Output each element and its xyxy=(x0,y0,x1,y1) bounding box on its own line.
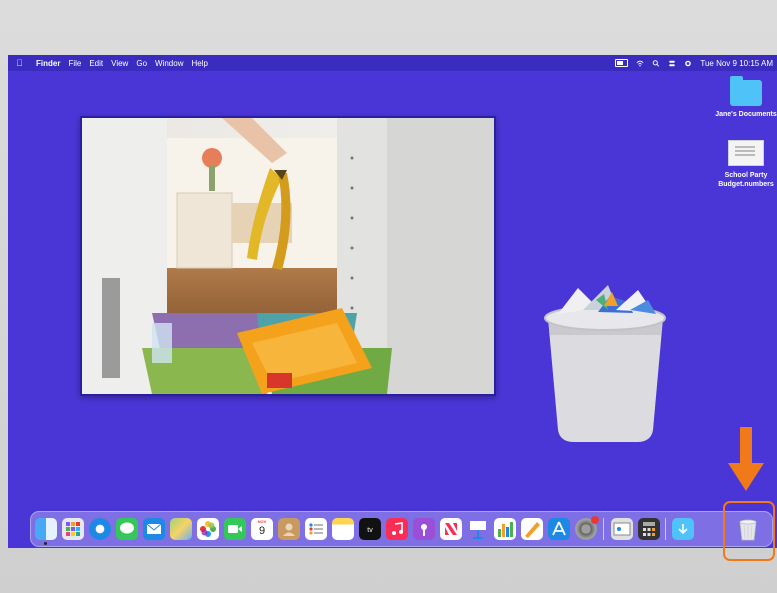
dock-contacts-icon[interactable] xyxy=(278,518,300,540)
dock-separator xyxy=(603,518,604,540)
dock-news-icon[interactable] xyxy=(440,518,462,540)
dock-preview-icon[interactable] xyxy=(611,518,633,540)
spotlight-search-icon[interactable] xyxy=(652,59,660,67)
orange-down-arrow-icon xyxy=(728,427,764,491)
dock-system-preferences-icon[interactable] xyxy=(575,516,599,540)
calendar-day: 9 xyxy=(258,525,266,537)
recycling-bins-illustration xyxy=(82,118,494,394)
dock-safari-icon[interactable] xyxy=(89,518,111,540)
calendar-month: NOV xyxy=(257,519,267,524)
dock-pages-icon[interactable] xyxy=(521,518,543,540)
control-center-icon[interactable] xyxy=(668,60,676,67)
menu-clock[interactable]: Tue Nov 9 10:15 AM xyxy=(700,59,773,68)
siri-icon[interactable] xyxy=(684,60,692,67)
dock-facetime-icon[interactable] xyxy=(224,518,246,540)
dock-notes-icon[interactable] xyxy=(332,518,354,540)
menu-file[interactable]: File xyxy=(68,59,81,68)
menu-bar:  Finder File Edit View Go Window Help T… xyxy=(8,55,777,71)
apple-menu-icon[interactable]:  xyxy=(16,58,28,68)
wifi-icon[interactable] xyxy=(636,60,644,67)
trash-can-illustration xyxy=(544,285,666,442)
dock-maps-icon[interactable] xyxy=(170,518,192,540)
notification-badge xyxy=(591,516,599,524)
menu-app-finder[interactable]: Finder xyxy=(36,59,60,68)
trash-highlight-box xyxy=(723,501,775,561)
running-indicator xyxy=(44,542,47,545)
dock: NOV 9 tv xyxy=(30,511,773,547)
menu-go[interactable]: Go xyxy=(136,59,147,68)
dock-calculator-icon[interactable] xyxy=(638,518,660,540)
desktop-item-school-party-budget[interactable]: School Party Budget.numbers xyxy=(715,140,777,189)
dock-tv-icon[interactable]: tv xyxy=(359,518,381,540)
dock-numbers-icon[interactable] xyxy=(494,518,516,540)
desktop-item-label: School Party Budget.numbers xyxy=(718,172,774,188)
dock-keynote-icon[interactable] xyxy=(467,518,489,540)
dock-mail-icon[interactable] xyxy=(143,518,165,540)
menu-window[interactable]: Window xyxy=(155,59,183,68)
dock-music-icon[interactable] xyxy=(386,518,408,540)
dock-photos-icon[interactable] xyxy=(197,518,219,540)
dock-messages-icon[interactable] xyxy=(116,518,138,540)
dock-calendar-icon[interactable]: NOV 9 xyxy=(251,518,273,540)
menu-edit[interactable]: Edit xyxy=(89,59,103,68)
menu-view[interactable]: View xyxy=(111,59,128,68)
numbers-file-icon xyxy=(728,140,764,166)
dock-podcasts-icon[interactable] xyxy=(413,518,435,540)
dock-finder-icon[interactable] xyxy=(35,518,57,540)
dock-reminders-icon[interactable] xyxy=(305,518,327,540)
dock-downloads-folder-icon[interactable] xyxy=(672,518,694,540)
folder-icon xyxy=(730,76,762,106)
dock-app-store-icon[interactable] xyxy=(548,518,570,540)
desktop-item-label: Jane's Documents xyxy=(715,111,777,118)
desktop-item-janes-documents[interactable]: Jane's Documents xyxy=(715,76,777,119)
kitchen-recycling-photo xyxy=(80,116,496,396)
battery-icon[interactable] xyxy=(615,59,629,67)
mac-desktop:  Finder File Edit View Go Window Help T… xyxy=(8,55,777,548)
dock-launchpad-icon[interactable] xyxy=(62,518,84,540)
menu-help[interactable]: Help xyxy=(191,59,207,68)
dock-separator xyxy=(665,518,666,540)
svg-text:tv: tv xyxy=(367,527,373,534)
